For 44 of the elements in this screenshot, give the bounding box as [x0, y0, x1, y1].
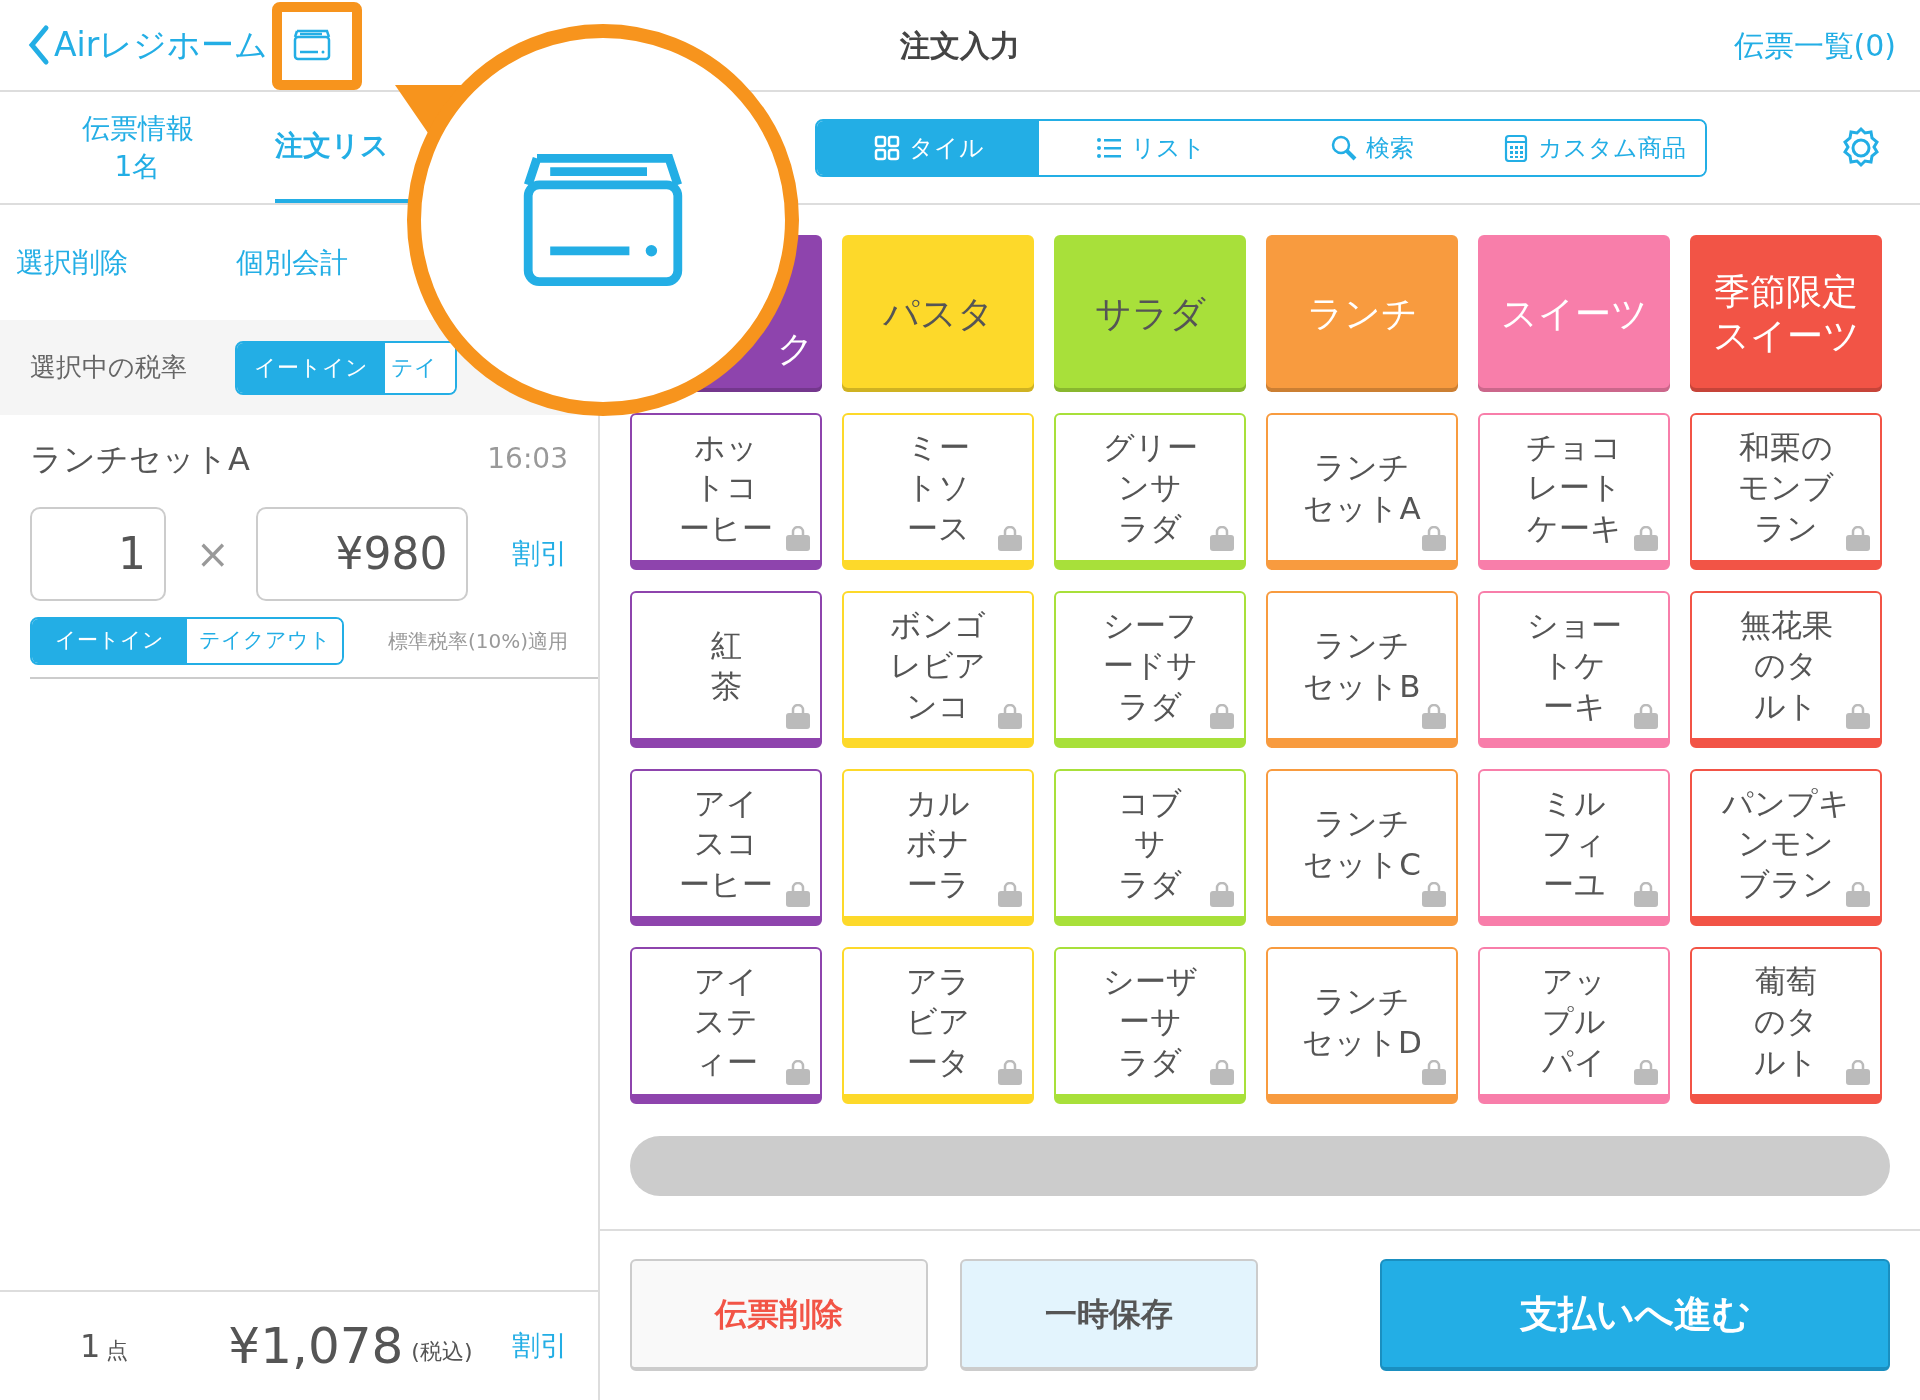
quantity-field[interactable]: 1: [30, 507, 166, 601]
product-tile[interactable]: シーフードサラダ: [1054, 591, 1246, 748]
product-tile[interactable]: ホットコーヒー: [630, 413, 822, 570]
count-unit: 点: [106, 1336, 129, 1365]
hold-button[interactable]: 一時保存: [960, 1259, 1258, 1371]
product-tile[interactable]: ランチセットB: [1266, 591, 1458, 748]
product-tile[interactable]: チョコレートケーキ: [1478, 413, 1670, 570]
product-tile[interactable]: ランチセットA: [1266, 413, 1458, 570]
product-tile[interactable]: 無花果のタルト: [1690, 591, 1882, 748]
product-tile[interactable]: アイスティー: [630, 947, 822, 1104]
product-tile[interactable]: コブサラダ: [1054, 769, 1246, 926]
search-icon: [1330, 133, 1358, 162]
product-tile[interactable]: アラビアータ: [842, 947, 1034, 1104]
product-tile[interactable]: 葡萄のタルト: [1690, 947, 1882, 1104]
price-field[interactable]: ¥980: [255, 507, 468, 601]
drawer-icon: [292, 29, 333, 61]
product-tile[interactable]: グリーンサラダ: [1054, 413, 1246, 570]
tax-included-note: (税込): [411, 1337, 473, 1366]
category-tile[interactable]: パスタ: [842, 235, 1034, 392]
product-tile[interactable]: ボンゴレビアンコ: [842, 591, 1034, 748]
order-time: 16:03: [487, 441, 568, 477]
product-tile[interactable]: カルボナーラ: [842, 769, 1034, 926]
drawer-button[interactable]: [292, 29, 333, 61]
calculator-icon: [1502, 133, 1530, 162]
tax-note: 標準税率(10%)適用: [387, 628, 568, 655]
product-tile[interactable]: 紅茶: [630, 591, 822, 748]
product-tile[interactable]: アップルパイ: [1478, 947, 1670, 1104]
item-name: ランチセットA: [30, 439, 250, 480]
product-tile[interactable]: 和栗のモンブラン: [1690, 413, 1882, 570]
grid-icon: [872, 133, 901, 162]
tax-rate-label: 選択中の税率: [30, 351, 187, 384]
product-tile[interactable]: パンプキンモンブラン: [1690, 769, 1882, 926]
product-tile[interactable]: アイスコーヒー: [630, 769, 822, 926]
item-count: 1: [80, 1326, 101, 1367]
category-tile[interactable]: サラダ: [1054, 235, 1246, 392]
screen-title: 注文入力: [900, 26, 1020, 65]
total-amount: ¥1,078: [228, 1315, 404, 1377]
product-tile[interactable]: シーザーサラダ: [1054, 947, 1246, 1104]
product-tile[interactable]: ショートケーキ: [1478, 591, 1670, 748]
multiply-sign: ×: [196, 530, 230, 579]
product-tile[interactable]: ミートソース: [842, 413, 1034, 570]
product-tile[interactable]: ミルフィーユ: [1478, 769, 1670, 926]
product-tile[interactable]: ランチセットC: [1266, 769, 1458, 926]
product-tile[interactable]: ランチセットD: [1266, 947, 1458, 1104]
